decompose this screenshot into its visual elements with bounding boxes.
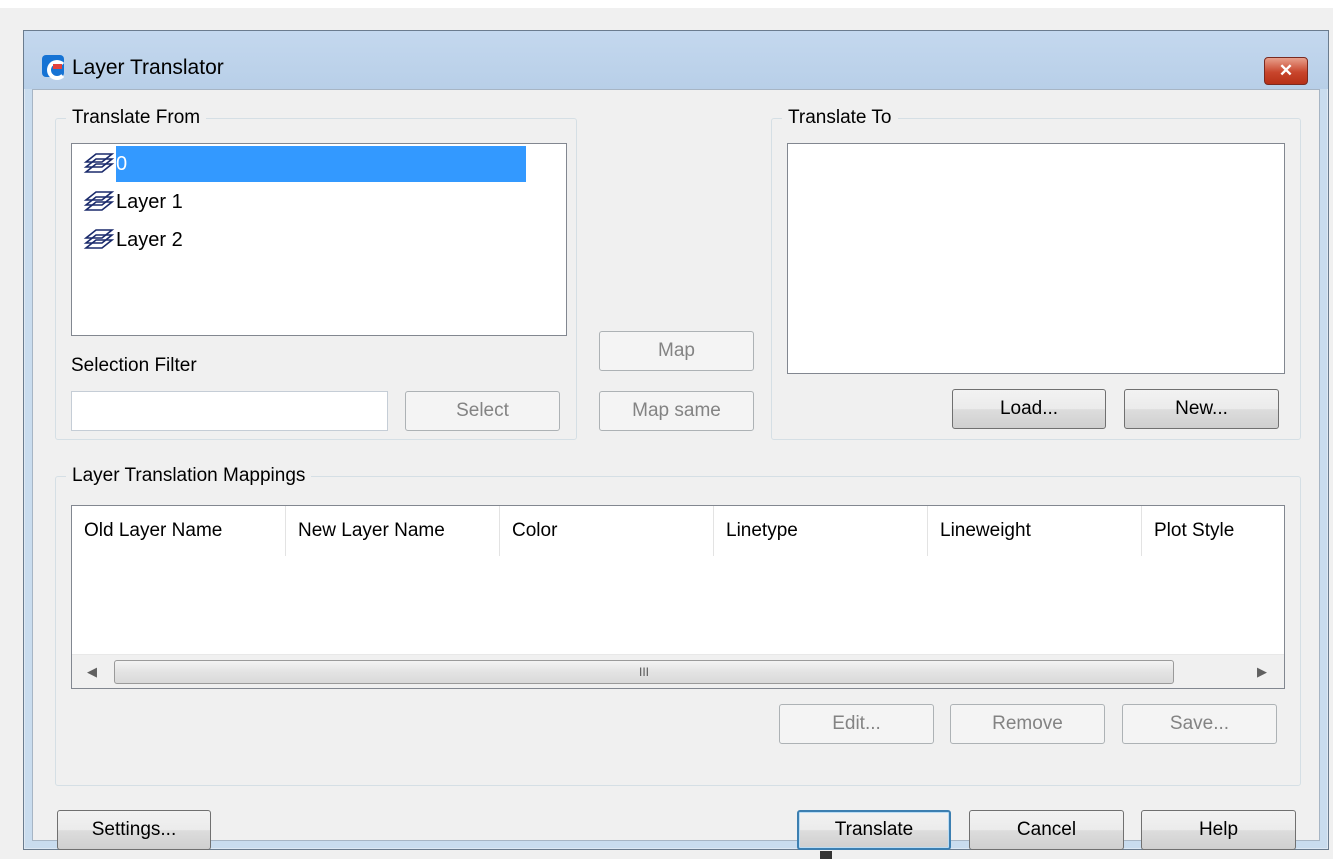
scroll-right-arrow-icon[interactable]: ▶ (1244, 655, 1280, 688)
cancel-button[interactable]: Cancel (969, 810, 1124, 850)
translate-to-group: Translate To Load... New... (771, 107, 1301, 440)
translate-to-label: Translate To (782, 107, 898, 129)
window-title: Layer Translator (72, 56, 224, 79)
layer-list-item[interactable]: Layer 1 (82, 184, 187, 220)
mappings-group: Layer Translation Mappings Old Layer Nam… (55, 465, 1301, 786)
layer-name: Layer 1 (116, 191, 183, 213)
mappings-table[interactable]: Old Layer Name New Layer Name Color Line… (71, 505, 1285, 689)
close-button[interactable]: ✕ (1264, 57, 1308, 85)
column-header-plot-style[interactable]: Plot Style (1142, 506, 1284, 556)
translate-from-label: Translate From (66, 107, 207, 129)
layer-translator-dialog: Layer Translator ✕ Translate From 0 Laye… (23, 30, 1329, 850)
translate-button[interactable]: Translate (797, 810, 951, 850)
map-same-button[interactable]: Map same (599, 391, 754, 431)
translate-to-list[interactable] (787, 143, 1285, 374)
help-button[interactable]: Help (1141, 810, 1296, 850)
load-button[interactable]: Load... (952, 389, 1106, 429)
scroll-thumb[interactable]: III (114, 660, 1174, 684)
horizontal-scrollbar[interactable]: ◀ III ▶ (72, 654, 1284, 688)
layers-icon (83, 153, 115, 173)
column-header-old-layer-name[interactable]: Old Layer Name (72, 506, 286, 556)
column-header-lineweight[interactable]: Lineweight (928, 506, 1142, 556)
resize-grip-icon (820, 851, 832, 859)
selection-filter-input[interactable] (71, 391, 388, 431)
new-button[interactable]: New... (1124, 389, 1279, 429)
select-button[interactable]: Select (405, 391, 560, 431)
translate-from-list[interactable]: 0 Layer 1 Layer 2 (71, 143, 567, 336)
app-logo-icon (42, 55, 67, 80)
layer-list-item[interactable]: 0 (82, 146, 526, 182)
column-header-linetype[interactable]: Linetype (714, 506, 928, 556)
column-header-color[interactable]: Color (500, 506, 714, 556)
title-bar[interactable]: Layer Translator ✕ (24, 31, 1328, 89)
edit-button[interactable]: Edit... (779, 704, 934, 744)
mappings-label: Layer Translation Mappings (66, 465, 312, 487)
map-button[interactable]: Map (599, 331, 754, 371)
save-button[interactable]: Save... (1122, 704, 1277, 744)
translate-from-group: Translate From 0 Layer 1 Layer 2 Selecti… (55, 107, 577, 440)
scroll-left-arrow-icon[interactable]: ◀ (74, 655, 110, 688)
layers-icon (83, 229, 115, 249)
layer-name: 0 (116, 146, 526, 182)
layer-name: Layer 2 (116, 229, 183, 251)
screen-top-strip (0, 0, 1333, 8)
column-header-new-layer-name[interactable]: New Layer Name (286, 506, 500, 556)
dialog-client-area: Translate From 0 Layer 1 Layer 2 Selecti… (32, 89, 1320, 850)
selection-filter-label: Selection Filter (71, 355, 197, 376)
layer-list-item[interactable]: Layer 2 (82, 222, 187, 258)
remove-button[interactable]: Remove (950, 704, 1105, 744)
layers-icon (83, 191, 115, 211)
settings-button[interactable]: Settings... (57, 810, 211, 850)
